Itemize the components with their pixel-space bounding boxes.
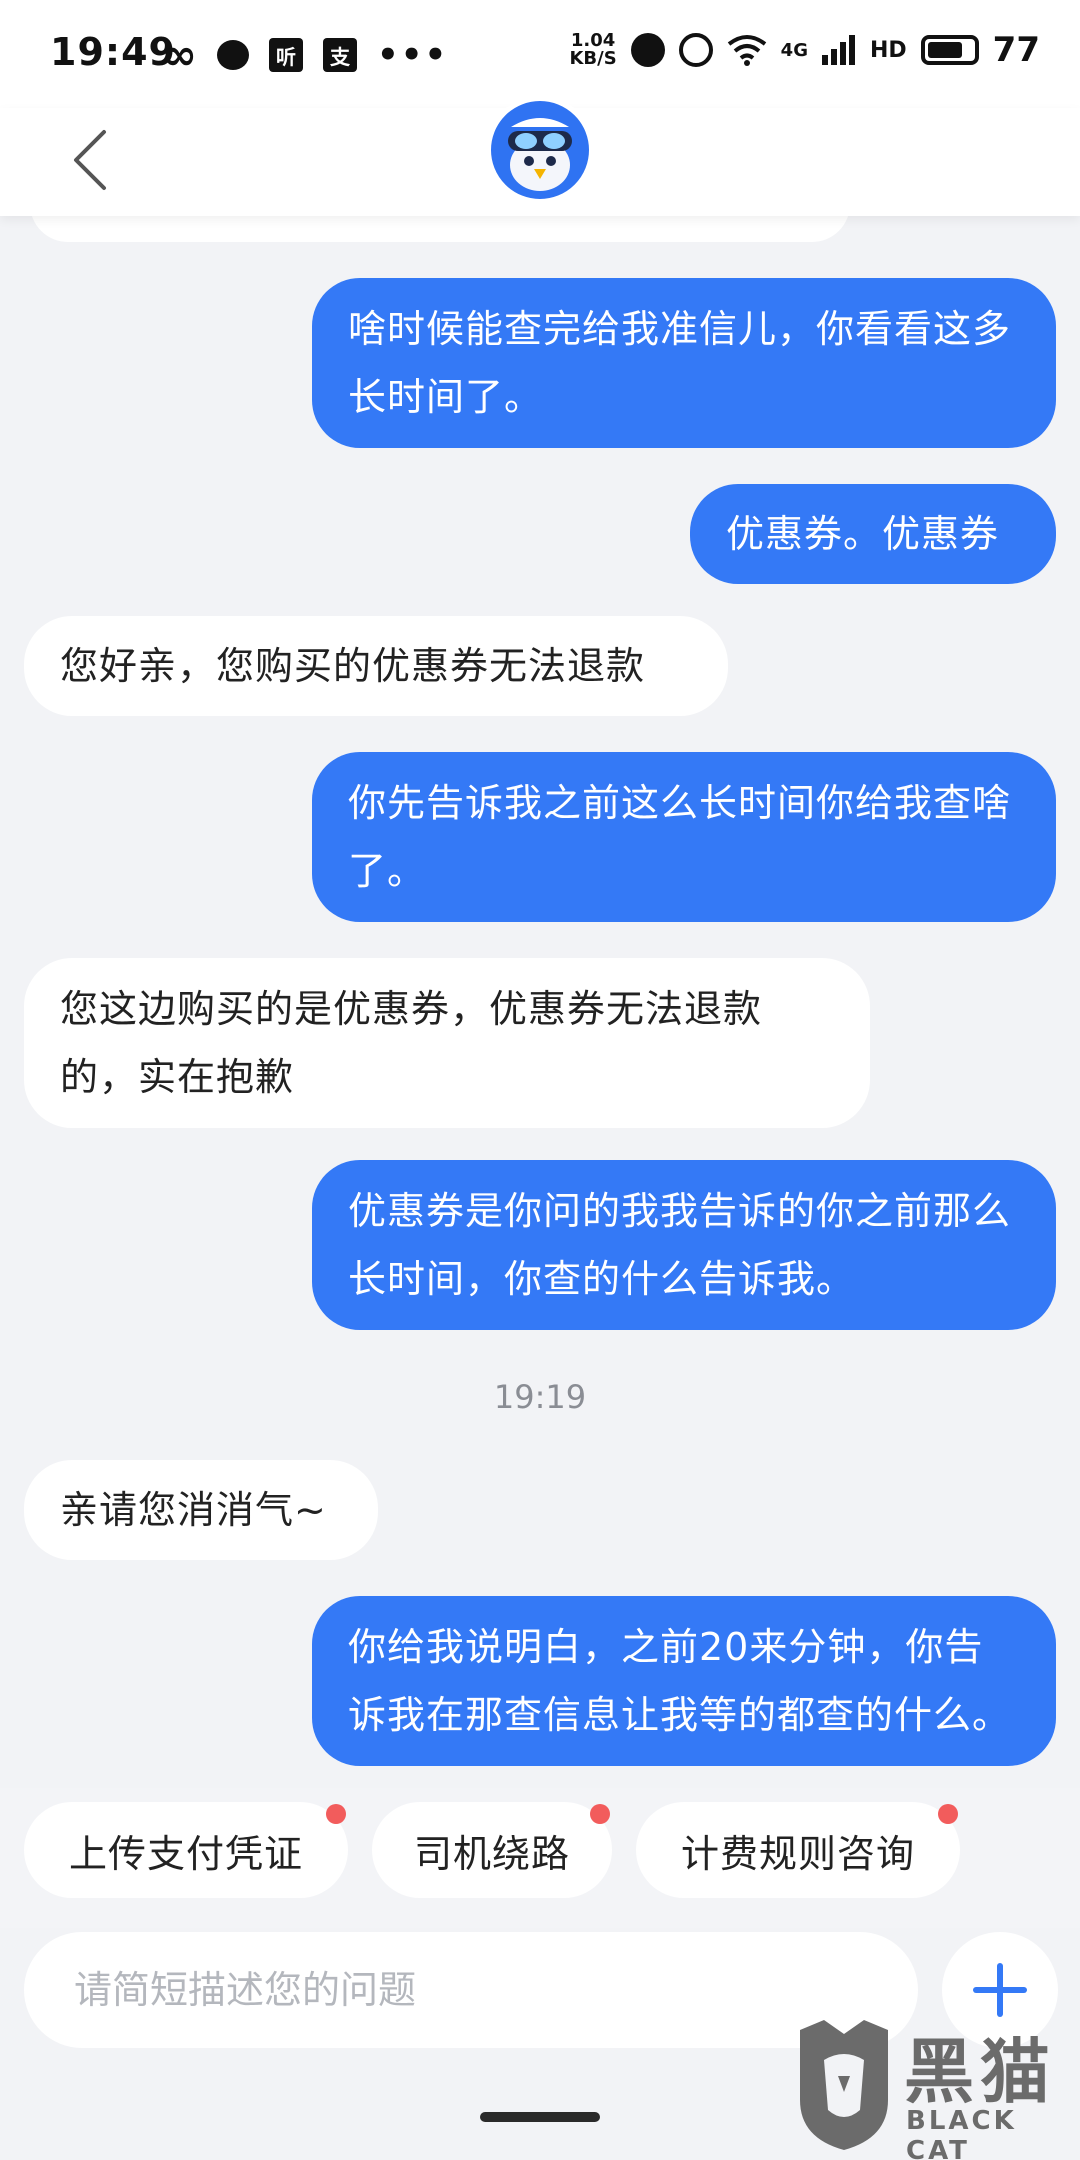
chip-label: 计费规则咨询: [680, 1831, 915, 1876]
agent-message: 亲请您消消气~: [24, 1460, 378, 1560]
status-bar: 19:49 ∞ 听 支 ••• 1.04 KB/S 4G HD 77: [0, 0, 1080, 108]
quick-reply-driver-detour[interactable]: 司机绕路: [372, 1802, 612, 1898]
message-timestamp: 19:19: [493, 1378, 587, 1416]
notification-dot: [938, 1804, 958, 1824]
user-message: 优惠券是你问的我我告诉的你之前那么长时间，你查的什么告诉我。: [312, 1160, 1056, 1330]
chevron-left-icon: [74, 130, 106, 190]
signal-4g-icon: 4G: [780, 39, 808, 61]
user-message: 优惠券。优惠券: [690, 484, 1056, 584]
watermark-en: BLACK CAT: [906, 2106, 1017, 2160]
agent-message: 您这边购买的是优惠券，优惠券无法退款的，实在抱歉: [24, 958, 870, 1128]
chip-label: 司机绕路: [413, 1831, 570, 1876]
user-message: 你给我说明白，之前20来分钟，你告诉我在那查信息让我等的都查的什么。: [312, 1596, 1056, 1766]
chip-label: 上传支付凭证: [68, 1831, 303, 1876]
chat-area[interactable]: 啥时候能查完给我准信儿，你看看这多长时间了。 优惠券。优惠券 您好亲，您购买的优…: [0, 216, 1080, 1796]
do-not-disturb-icon: [630, 33, 665, 67]
user-message: 你先告诉我之前这么长时间你给我查啥了。: [312, 752, 1056, 922]
quick-reply-upload-payment-proof[interactable]: 上传支付凭证: [24, 1802, 348, 1898]
chat-bubble-icon: [217, 40, 249, 70]
wifi-icon: [727, 35, 766, 66]
signal-bars-icon: [821, 35, 855, 65]
infinity-icon: ∞: [162, 30, 197, 79]
alarm-clock-icon: [678, 33, 713, 67]
app-icon: 支: [323, 38, 357, 72]
battery-fill: [927, 42, 962, 58]
quick-reply-bar: 上传支付凭证 司机绕路 计费规则咨询: [0, 1788, 1080, 1928]
message-input[interactable]: [24, 1932, 918, 2048]
message-text: 您这边购买的是优惠券，优惠券无法退款的，实在抱歉: [60, 987, 763, 1099]
notification-dot: [326, 1804, 346, 1824]
avatar[interactable]: [486, 96, 594, 204]
watermark-cn: 黑猫: [904, 2031, 1056, 2113]
penguin-mascot-avatar: [508, 118, 572, 191]
message-text: 优惠券是你问的我我告诉的你之前那么长时间，你查的什么告诉我。: [348, 1189, 1012, 1301]
message-text: 你先告诉我之前这么长时间你给我查啥了。: [348, 781, 1012, 893]
previous-message-bubble: [30, 216, 850, 242]
net-speed: 1.04 KB/S: [569, 32, 616, 68]
net-speed-unit: KB/S: [569, 48, 617, 69]
agent-message: 您好亲，您购买的优惠券无法退款: [24, 616, 728, 716]
hd-voice-icon: HD: [869, 37, 907, 63]
notification-dot: [590, 1804, 610, 1824]
black-cat-logo: [800, 2020, 888, 2150]
quick-reply-fare-rules[interactable]: 计费规则咨询: [636, 1802, 960, 1898]
home-indicator[interactable]: [480, 2112, 600, 2122]
more-dots-icon: •••: [377, 35, 449, 75]
status-time: 19:49: [50, 30, 176, 74]
user-message: 啥时候能查完给我准信儿，你看看这多长时间了。: [312, 278, 1056, 448]
battery-level: 77: [992, 30, 1040, 70]
battery-icon: [920, 35, 979, 65]
message-text: 亲请您消消气~: [60, 1488, 327, 1532]
message-text: 你给我说明白，之前20来分钟，你告诉我在那查信息让我等的都查的什么。: [348, 1625, 1012, 1737]
message-text: 您好亲，您购买的优惠券无法退款: [60, 644, 646, 688]
watermark: 黑猫 BLACK CAT: [794, 2010, 1074, 2160]
status-right-icons: 1.04 KB/S 4G HD 77: [569, 30, 1040, 70]
message-text: 优惠券。优惠券: [726, 512, 1000, 556]
nav-bar: [0, 96, 1080, 216]
ting-app-icon: 听: [269, 38, 303, 72]
status-left-icons: ∞ 听 支 •••: [162, 34, 448, 76]
message-text: 啥时候能查完给我准信儿，你看看这多长时间了。: [348, 307, 1012, 419]
back-button[interactable]: [60, 120, 120, 200]
